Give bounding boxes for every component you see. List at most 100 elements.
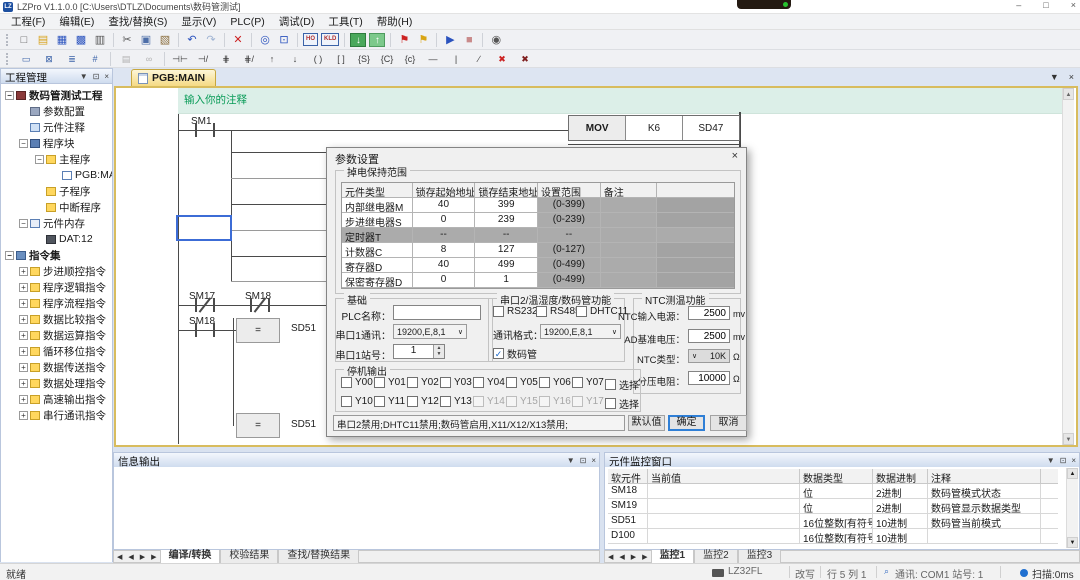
- tree-item-transfer-instructions[interactable]: +数据传送指令: [1, 359, 112, 375]
- tree-item-dat12[interactable]: DAT:12: [1, 231, 112, 247]
- tree-item-main-program[interactable]: −主程序: [1, 151, 112, 167]
- rs232-checkbox[interactable]: RS232: [493, 306, 538, 317]
- block-icon[interactable]: ▤: [115, 51, 137, 67]
- y10-checkbox[interactable]: Y10: [341, 396, 373, 407]
- tree-item-shift-instructions[interactable]: +循环移位指令: [1, 343, 112, 359]
- table-row[interactable]: 寄存器D40499(0-499): [342, 258, 734, 273]
- tree-item-device-memory[interactable]: −元件内存: [1, 215, 112, 231]
- monitor-row[interactable]: D10016位整数[有符号]10进制: [608, 529, 1063, 544]
- loop-icon[interactable]: ∞: [138, 51, 160, 67]
- stepper-arrows-icon[interactable]: ▲▼: [433, 345, 444, 358]
- dialog-close-icon[interactable]: ×: [732, 150, 738, 162]
- tree-item-step-instructions[interactable]: +步进顺控指令: [1, 263, 112, 279]
- horizontal-line-icon[interactable]: —: [422, 51, 444, 67]
- rs485-checkbox[interactable]: RS485: [536, 306, 581, 317]
- scroll-up-icon[interactable]: ▲: [1063, 88, 1074, 100]
- set-coil-icon[interactable]: {S}: [353, 51, 375, 67]
- status-mode[interactable]: 改写: [795, 566, 815, 580]
- tree-item-math-instructions[interactable]: +数据运算指令: [1, 327, 112, 343]
- tab-monitor1[interactable]: 监控1: [651, 550, 695, 563]
- counter-coil-icon[interactable]: {c}: [399, 51, 421, 67]
- y00-checkbox[interactable]: Y00: [341, 377, 373, 388]
- minimize-button[interactable]: –: [1016, 0, 1021, 10]
- close-icon[interactable]: ×: [104, 72, 109, 82]
- undo-icon[interactable]: ↶: [183, 32, 201, 48]
- table-row[interactable]: 内部继电器M40399(0-399): [342, 198, 734, 213]
- coil-icon[interactable]: ( ): [307, 51, 329, 67]
- table-row[interactable]: 保密寄存器D01(0-499): [342, 273, 734, 288]
- monitor-row[interactable]: SM19位2进制数码管显示数据类型: [608, 499, 1063, 514]
- expand-icon[interactable]: +: [19, 347, 28, 356]
- upload-icon[interactable]: ↑: [369, 33, 385, 47]
- tab-pgb-main[interactable]: PGB:MAIN: [131, 69, 216, 86]
- monitor-icon[interactable]: ◉: [487, 32, 505, 48]
- tree-item-sub-program[interactable]: 子程序: [1, 183, 112, 199]
- menu-edit[interactable]: 编辑(E): [52, 14, 101, 29]
- save-all-icon[interactable]: ▩: [72, 32, 90, 48]
- close-button[interactable]: ×: [1071, 0, 1076, 10]
- expand-icon[interactable]: +: [19, 315, 28, 324]
- vertical-line-icon[interactable]: |: [445, 51, 467, 67]
- collapse-icon[interactable]: −: [35, 155, 44, 164]
- expand-icon[interactable]: +: [19, 363, 28, 372]
- y12-checkbox[interactable]: Y12: [407, 396, 439, 407]
- reset-coil-icon[interactable]: {C}: [376, 51, 398, 67]
- function-block-icon[interactable]: [ ]: [330, 51, 352, 67]
- tree-item-highspeed-instructions[interactable]: +高速输出指令: [1, 391, 112, 407]
- pin-icon[interactable]: ⊡: [580, 456, 587, 466]
- panel-menu-icon[interactable]: ▼: [1047, 456, 1055, 466]
- insert-col-icon[interactable]: #: [84, 51, 106, 67]
- editor-vertical-scrollbar[interactable]: ▲ ▼: [1062, 88, 1074, 445]
- scroll-up-icon[interactable]: ▲: [1067, 468, 1078, 479]
- expand-icon[interactable]: +: [19, 299, 28, 308]
- menu-help[interactable]: 帮助(H): [370, 14, 420, 29]
- parallel-no-icon[interactable]: ⋕: [215, 51, 237, 67]
- y13-checkbox[interactable]: Y13: [440, 396, 472, 407]
- ladder-view-icon[interactable]: HO: [303, 33, 318, 46]
- instruction-view-icon[interactable]: KLD: [321, 33, 339, 46]
- frame-icon[interactable]: ▭: [15, 51, 37, 67]
- delete-block-icon[interactable]: ✖: [514, 51, 536, 67]
- select-row2-checkbox[interactable]: 选择: [605, 396, 639, 411]
- cancel-button[interactable]: 取消: [710, 415, 747, 431]
- monitor-scrollbar[interactable]: ▲ ▼: [1066, 468, 1078, 548]
- contact-nc-icon[interactable]: ⊣/: [192, 51, 214, 67]
- download-icon[interactable]: ↓: [350, 33, 366, 47]
- menu-project[interactable]: 工程(F): [4, 14, 52, 29]
- tab-check-result[interactable]: 校验结果: [220, 550, 278, 563]
- menu-find-replace[interactable]: 查找/替换(S): [101, 14, 174, 29]
- tree-item-compare-instructions[interactable]: +数据比较指令: [1, 311, 112, 327]
- menu-debug[interactable]: 调试(D): [272, 14, 322, 29]
- ntc-power-field[interactable]: [688, 306, 730, 320]
- menu-tools[interactable]: 工具(T): [321, 14, 369, 29]
- compile-all-icon[interactable]: ⚑: [414, 32, 432, 48]
- panel-menu-icon[interactable]: ▼: [567, 456, 575, 466]
- rung-comment[interactable]: 输入你的注释: [178, 88, 1062, 114]
- insert-row-icon[interactable]: ≣: [61, 51, 83, 67]
- y11-checkbox[interactable]: Y11: [374, 396, 405, 407]
- nc-contact-sm18[interactable]: [250, 298, 270, 312]
- retain-range-table[interactable]: 元件类型锁存起始地址锁存结束地址设置范围备注 内部继电器M40399(0-399…: [341, 182, 735, 289]
- tree-item-flow-instructions[interactable]: +程序流程指令: [1, 295, 112, 311]
- collapse-icon[interactable]: −: [5, 91, 14, 100]
- y03-checkbox[interactable]: Y03: [440, 377, 472, 388]
- edge-rising-icon[interactable]: ↑: [261, 51, 283, 67]
- tab-list-icon[interactable]: ▼: [1050, 72, 1059, 82]
- print-icon[interactable]: ▥: [91, 32, 109, 48]
- mov-instruction-block[interactable]: MOV K6 SD47: [568, 115, 740, 141]
- y04-checkbox[interactable]: Y04: [473, 377, 505, 388]
- tab-next-icon[interactable]: ▶: [137, 553, 148, 561]
- find-window-icon[interactable]: ⊡: [275, 32, 293, 48]
- compare-instruction-block[interactable]: =: [236, 413, 280, 438]
- delete-line-icon[interactable]: ∕: [468, 51, 490, 67]
- tree-item-logic-instructions[interactable]: +程序逻辑指令: [1, 279, 112, 295]
- tree-item-project-root[interactable]: −数码管测试工程: [1, 87, 112, 103]
- frame-delete-icon[interactable]: ⊠: [38, 51, 60, 67]
- close-icon[interactable]: ×: [1071, 456, 1076, 466]
- tab-prev-icon[interactable]: ◀: [616, 553, 627, 561]
- tree-item-pgb-main[interactable]: PGB:MAIN: [1, 167, 112, 183]
- ntc-type-dropdown[interactable]: ∨10K: [688, 349, 730, 363]
- expand-icon[interactable]: +: [19, 395, 28, 404]
- tab-last-icon[interactable]: ▶: [148, 553, 159, 561]
- ad-ref-field[interactable]: [688, 329, 730, 343]
